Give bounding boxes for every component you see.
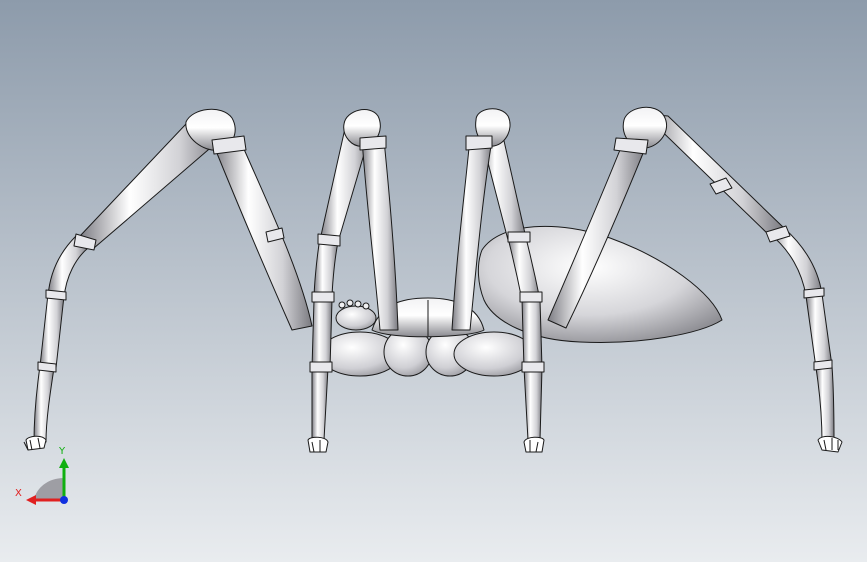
- y-axis-label: Y: [58, 446, 66, 457]
- z-axis-point: [60, 496, 68, 504]
- x-axis-label: X: [15, 488, 22, 499]
- graphics-viewport[interactable]: X Y: [0, 0, 867, 562]
- viewport-background: [0, 0, 867, 562]
- viewport-canvas[interactable]: X Y: [0, 0, 867, 562]
